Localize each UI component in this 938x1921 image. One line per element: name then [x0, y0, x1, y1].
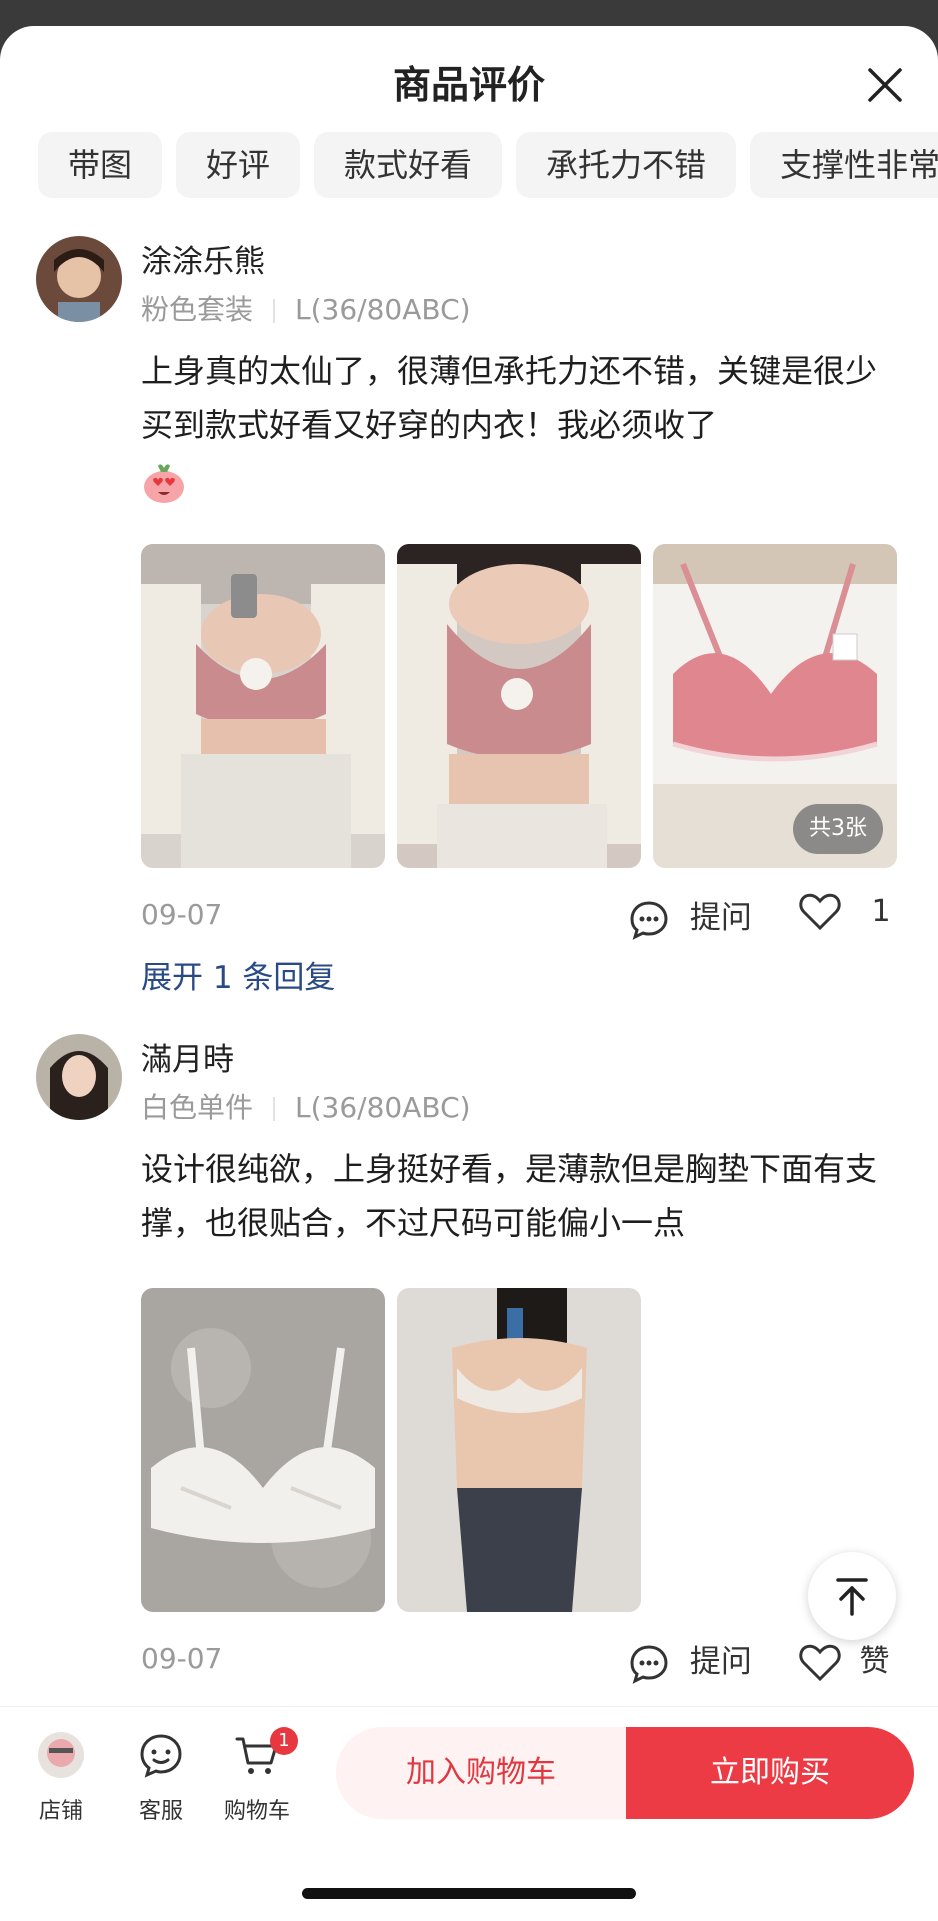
add-to-cart-button[interactable]: 加入购物车 [336, 1727, 626, 1819]
ask-button[interactable]: 提问 [628, 1636, 752, 1685]
filter-chip[interactable]: 带图 [38, 132, 163, 198]
service-nav-item[interactable]: 客服 [116, 1731, 206, 1825]
avatar[interactable] [36, 236, 122, 322]
chat-bubble-icon [630, 1644, 668, 1684]
variant-info: 白色单件 L(36/80ABC) [141, 1086, 471, 1126]
like-button[interactable]: 赞 [798, 1636, 890, 1683]
close-button[interactable] [862, 62, 908, 108]
divider [273, 1097, 276, 1121]
variant-color: 白色单件 [141, 1091, 254, 1124]
ask-label: 提问 [689, 900, 752, 936]
filter-chip[interactable]: 支撑性非常好 [750, 132, 938, 198]
expand-replies-link[interactable]: 展开 1 条回复 [141, 952, 335, 997]
heart-icon [799, 1644, 841, 1681]
photo-count-badge: 共3张 [793, 804, 883, 854]
heart-icon [799, 893, 841, 931]
reviews-sheet: 商品评价 带图好评款式好看承托力不错支撑性非常好 涂涂乐熊 粉色套装 L(36/8… [0, 26, 938, 1920]
page-title: 商品评价 [392, 63, 545, 107]
filter-chip[interactable]: 款式好看 [314, 132, 503, 198]
review-photo[interactable] [141, 1288, 385, 1612]
ask-button[interactable]: 提问 [628, 892, 752, 941]
review-photo[interactable] [397, 1288, 641, 1612]
close-icon [868, 68, 902, 102]
store-nav-item[interactable]: 店铺 [16, 1731, 106, 1825]
variant-size: L(36/80ABC) [295, 293, 471, 326]
home-indicator [302, 1888, 636, 1899]
review-photo[interactable] [397, 544, 641, 868]
like-count: 1 [871, 893, 891, 929]
chat-bubble-icon [630, 900, 668, 940]
variant-info: 粉色套装 L(36/80ABC) [141, 288, 471, 328]
review-photo[interactable] [141, 544, 385, 868]
store-label: 店铺 [38, 1799, 83, 1824]
review-date: 09-07 [141, 898, 223, 931]
like-button[interactable]: 1 [798, 892, 891, 932]
cart-badge: 1 [270, 1727, 298, 1755]
review-text: 设计很纯欲，上身挺好看，是薄款但是胸垫下面有支撑，也很贴合，不过尺码可能偏小一点 [141, 1142, 901, 1250]
service-label: 客服 [138, 1799, 183, 1824]
divider [273, 299, 276, 323]
buy-now-button[interactable]: 立即购买 [626, 1727, 914, 1819]
store-avatar-icon [38, 1732, 84, 1778]
variant-color: 粉色套装 [141, 293, 254, 326]
back-to-top-button[interactable] [808, 1552, 896, 1640]
filter-chip[interactable]: 承托力不错 [516, 132, 737, 198]
reviewer-name: 滿月時 [141, 1042, 234, 1078]
reviewer-name: 涂涂乐熊 [141, 244, 265, 280]
review-photo[interactable]: 共3张 [653, 544, 897, 868]
review-text: 上身真的太仙了，很薄但承托力还不错，关键是很少买到款式好看又好穿的内衣！我必须收… [141, 344, 901, 506]
cart-nav-item[interactable]: 1 购物车 [212, 1727, 302, 1825]
filter-chip[interactable]: 好评 [176, 132, 301, 198]
customer-service-icon [140, 1734, 182, 1778]
review-date: 09-07 [141, 1642, 223, 1675]
ask-label: 提问 [689, 1644, 752, 1680]
heart-eyes-emoji-icon [144, 464, 184, 503]
arrow-up-to-top-icon [836, 1578, 868, 1616]
review-body: 设计很纯欲，上身挺好看，是薄款但是胸垫下面有支撑，也很贴合，不过尺码可能偏小一点 [141, 1150, 878, 1242]
avatar[interactable] [36, 1034, 122, 1120]
filter-chips: 带图好评款式好看承托力不错支撑性非常好 [38, 132, 938, 198]
like-label: 赞 [859, 1644, 890, 1679]
review-body: 上身真的太仙了，很薄但承托力还不错，关键是很少买到款式好看又好穿的内衣！我必须收… [141, 352, 878, 444]
variant-size: L(36/80ABC) [295, 1091, 471, 1124]
cart-label: 购物车 [223, 1799, 290, 1824]
